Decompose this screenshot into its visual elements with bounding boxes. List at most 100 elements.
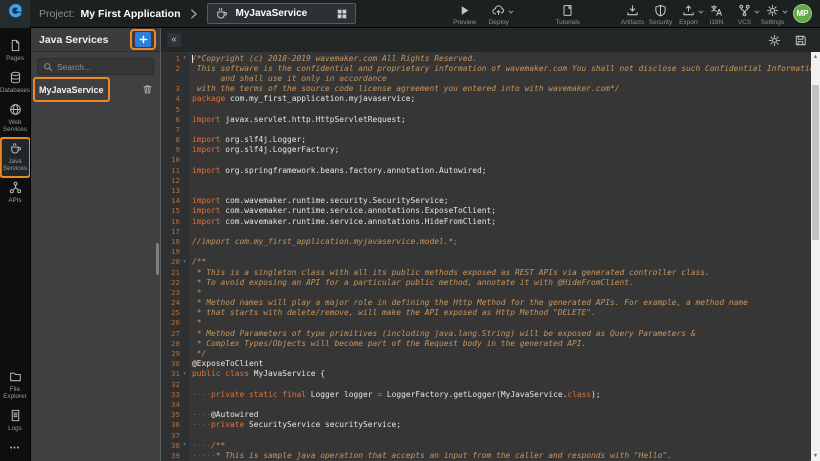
code-line[interactable]: 33····private static final Logger logger… [161, 389, 811, 399]
code-line[interactable]: 23 * [161, 287, 811, 297]
code-line[interactable]: 31▾public class MyJavaService { [161, 369, 811, 379]
code-line[interactable]: 7 [161, 124, 811, 134]
fold-gutter [180, 318, 189, 328]
code-line[interactable]: 3 with the terms of the source code lice… [161, 84, 811, 94]
code-line[interactable]: 29 */ [161, 348, 811, 358]
trash-icon[interactable] [142, 83, 153, 95]
sidebar-item-label: Pages [6, 55, 24, 62]
list-item[interactable]: MyJavaService [31, 79, 160, 99]
code-line[interactable]: 36····private SecurityService securitySe… [161, 420, 811, 430]
tutorials-button[interactable]: Tutorials [554, 1, 581, 26]
project-name[interactable]: My First Application [81, 8, 181, 20]
code-line[interactable]: 24 * Method names will play a major role… [161, 298, 811, 308]
nodes-icon [9, 181, 22, 195]
tab-myjavaservice[interactable]: MyJavaService [207, 3, 356, 24]
code-line[interactable]: 1▾/*Copyright (c) 2018-2019 wavemaker.co… [161, 53, 811, 63]
code-line[interactable]: 22 * To avoid exposing an API for a part… [161, 277, 811, 287]
line-number: 5 [161, 104, 180, 114]
code-line[interactable]: 18//import com.my_first_application.myja… [161, 236, 811, 246]
code-line[interactable]: 9import org.slf4j.LoggerFactory; [161, 145, 811, 155]
panel-scrollbar[interactable] [156, 243, 159, 275]
project-breadcrumb: Project: My First Application [39, 8, 180, 20]
editor-scrollbar[interactable]: ▲ ▼ [811, 52, 820, 461]
add-java-service-button[interactable] [135, 32, 151, 47]
code-line[interactable]: 38▾····/** [161, 440, 811, 450]
code-line[interactable]: 14import com.wavemaker.runtime.security.… [161, 196, 811, 206]
code-line[interactable]: 10 [161, 155, 811, 165]
vcs-button[interactable]: VCS [731, 1, 758, 26]
export-button[interactable]: Export [675, 1, 702, 26]
code-line[interactable]: 8import org.slf4j.Logger; [161, 135, 811, 145]
wavemaker-logo[interactable] [0, 0, 30, 28]
fold-toggle-icon[interactable]: ▾ [180, 257, 189, 267]
code-line[interactable]: 6import javax.servlet.http.HttpServletRe… [161, 114, 811, 124]
fold-toggle-icon[interactable]: ▾ [180, 53, 189, 63]
scroll-down-icon[interactable]: ▼ [811, 451, 820, 461]
code-line[interactable]: 11import org.springframework.beans.facto… [161, 165, 811, 175]
code-line[interactable]: 30@ExposeToClient [161, 359, 811, 369]
left-sidebar: Pages DatabasesWeb Services Java Services A… [0, 28, 30, 461]
code-editor-panel: « 1▾/*Copyright (c) 2018-2019 wavemaker.… [160, 28, 820, 461]
sidebar-item-java-services[interactable]: Java Services [0, 138, 30, 177]
code-line[interactable]: 4 package com.my_first_application.myjava… [161, 94, 811, 104]
code-text: ····/** [189, 441, 225, 450]
collapse-panel-icon[interactable]: « [167, 33, 181, 47]
code-line[interactable]: 26 * [161, 318, 811, 328]
code-line[interactable]: 32 [161, 379, 811, 389]
sidebar-item-apis[interactable]: APIs [0, 177, 30, 209]
code-line[interactable]: 16import com.wavemaker.runtime.service.a… [161, 216, 811, 226]
code-text: package com.my_first_application.myjavas… [189, 94, 415, 103]
line-number: 33 [161, 389, 180, 399]
code-line[interactable]: 35····@Autowired [161, 410, 811, 420]
preview-button[interactable]: Preview [451, 1, 478, 26]
settings-button[interactable]: Settings [759, 1, 786, 26]
code-line[interactable]: 37 [161, 430, 811, 440]
code-line[interactable]: 12 [161, 175, 811, 185]
search-input[interactable] [57, 62, 148, 72]
sidebar-more-button[interactable]: ••• [0, 437, 30, 461]
code-text: * that starts with delete/remove, will m… [189, 308, 596, 317]
deploy-button[interactable]: Deploy [485, 1, 512, 26]
security-button[interactable]: Security [647, 1, 674, 26]
code-line[interactable]: 2 This software is the confidential and … [161, 63, 811, 73]
fold-toggle-icon[interactable]: ▾ [180, 369, 189, 379]
code-line[interactable]: 34 [161, 399, 811, 409]
code-line[interactable]: 25 * that starts with delete/remove, wil… [161, 308, 811, 318]
sidebar-item-file-explorer[interactable]: File Explorer [0, 366, 30, 405]
search-icon [43, 62, 53, 72]
code-line[interactable]: 27 * Method Parameters of type primitive… [161, 328, 811, 338]
code-text: import org.slf4j.LoggerFactory; [189, 145, 339, 154]
code-line[interactable]: 13 [161, 185, 811, 195]
scrollbar-thumb[interactable] [812, 85, 819, 240]
code-line[interactable]: 19 [161, 247, 811, 257]
code-line[interactable]: 39·····* This is sample java operation t… [161, 450, 811, 460]
sidebar-item-pages[interactable]: Pages [0, 35, 30, 67]
artifacts-button[interactable]: Artifacts [619, 1, 646, 26]
code-line[interactable]: and shall use it only in accordance [161, 73, 811, 83]
code-line[interactable]: 5 [161, 104, 811, 114]
code-line[interactable]: 20▾/** [161, 257, 811, 267]
line-number: 4 [161, 94, 180, 104]
tutorials-label: Tutorials [555, 19, 580, 26]
sidebar-item-label: Java Services [0, 158, 30, 172]
code-line[interactable]: 28 * Complex Types/Objects will become p… [161, 338, 811, 348]
i18n-button[interactable]: I18N [703, 1, 730, 26]
save-button[interactable] [794, 34, 807, 47]
scroll-up-icon[interactable]: ▲ [811, 52, 820, 62]
editor-settings-button[interactable] [768, 34, 781, 47]
code-line[interactable]: 17 [161, 226, 811, 236]
sidebar-item-logs[interactable]: Logs [0, 405, 30, 437]
code-area[interactable]: 1▾/*Copyright (c) 2018-2019 wavemaker.co… [161, 52, 811, 461]
line-number: 12 [161, 175, 180, 185]
avatar[interactable]: MP [793, 4, 812, 23]
security-label: Security [649, 19, 672, 26]
sidebar-item-web-services[interactable]: Web Services [0, 99, 30, 138]
editor-header: « [161, 28, 820, 52]
fold-toggle-icon[interactable]: ▾ [180, 440, 189, 450]
code-line[interactable]: 21 * This is a singleton class with all … [161, 267, 811, 277]
sidebar-item-databases[interactable]: Databases [0, 67, 30, 99]
grid-icon[interactable] [336, 8, 348, 20]
code-line[interactable]: 15import com.wavemaker.runtime.service.a… [161, 206, 811, 216]
code-text: * Complex Types/Objects will become part… [189, 339, 586, 348]
line-number: 32 [161, 379, 180, 389]
